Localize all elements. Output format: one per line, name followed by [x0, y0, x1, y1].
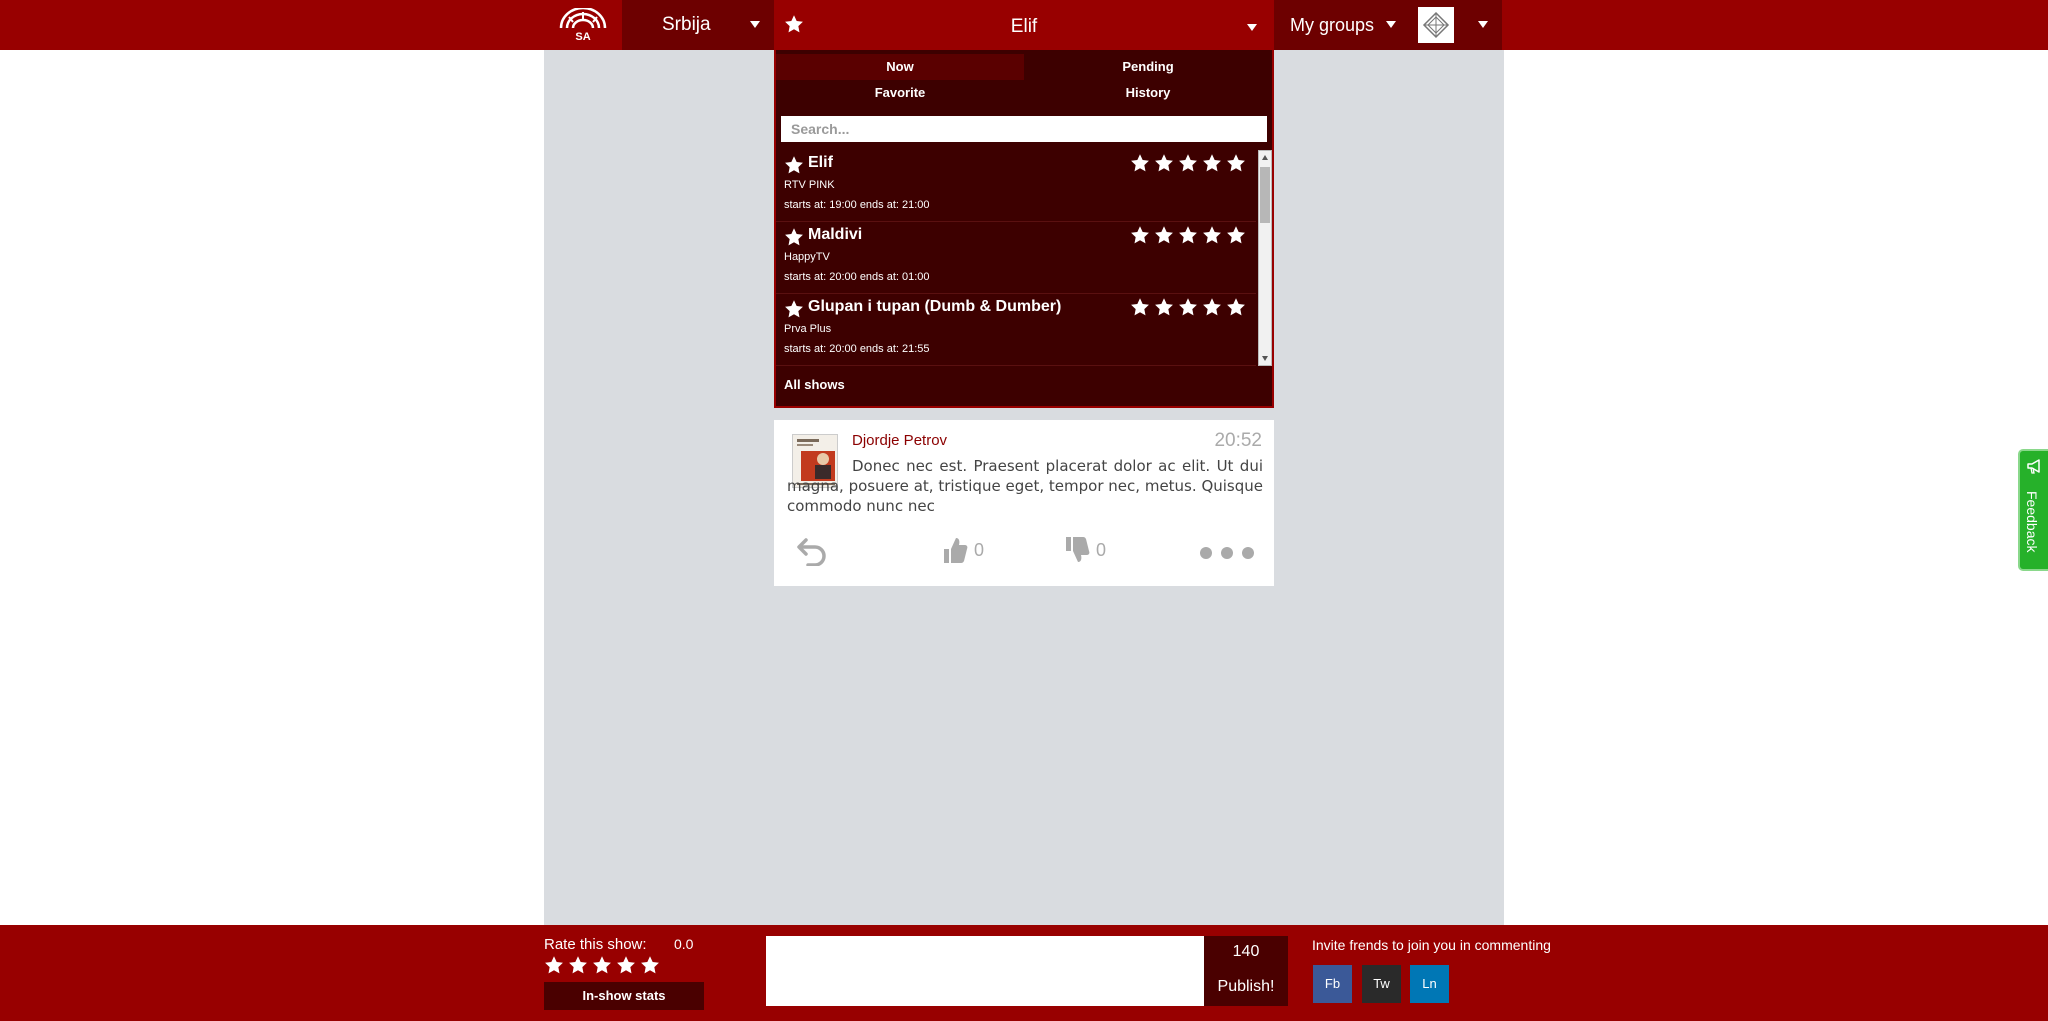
- rate-value: 0.0: [674, 936, 694, 952]
- show-selector[interactable]: Elif: [774, 0, 1274, 50]
- invite-text: Invite frends to join you in commenting: [1312, 937, 1551, 953]
- show-channel: RTV PINK: [784, 179, 835, 191]
- star-icon: [1227, 298, 1245, 316]
- show-title: Glupan i tupan (Dumb & Dumber): [808, 298, 1062, 315]
- favorite-star-icon[interactable]: [784, 299, 804, 324]
- bottom-bar: Rate this show: 0.0 In-show stats 140 Pu…: [0, 925, 2048, 1021]
- comment-author[interactable]: Djordje Petrov: [852, 432, 947, 449]
- top-bar: SA Srbija Elif My groups: [0, 0, 2048, 50]
- tab-now[interactable]: Now: [776, 54, 1024, 80]
- chevron-down-icon: [1247, 24, 1257, 31]
- dislike-count: 0: [1096, 539, 1107, 560]
- rating-stars[interactable]: [1130, 153, 1246, 173]
- comment-card: Djordje Petrov 20:52 Donec nec est. Prae…: [774, 420, 1274, 586]
- star-icon[interactable]: [640, 955, 660, 975]
- show-time: starts at: 19:00 ends at: 21:00: [784, 199, 930, 211]
- twitter-button[interactable]: Tw: [1362, 965, 1401, 1003]
- tab-pending[interactable]: Pending: [1024, 54, 1272, 80]
- star-icon[interactable]: [544, 955, 564, 975]
- app-logo[interactable]: SA: [544, 0, 622, 50]
- star-icon[interactable]: [568, 955, 588, 975]
- more-icon: [1200, 547, 1254, 559]
- megaphone-icon: [2027, 459, 2040, 474]
- linkedin-button[interactable]: Ln: [1410, 965, 1449, 1003]
- star-icon: [1131, 298, 1149, 316]
- star-icon: [1203, 154, 1221, 172]
- groups-menu[interactable]: My groups: [1274, 0, 1502, 50]
- scroll-up-icon[interactable]: [1262, 155, 1268, 160]
- country-selector[interactable]: Srbija: [622, 0, 774, 50]
- comment-input[interactable]: [766, 936, 1204, 1006]
- chevron-down-icon: [750, 21, 760, 28]
- reply-icon: [797, 538, 826, 566]
- star-icon: [1131, 226, 1149, 244]
- in-show-stats-button[interactable]: In-show stats: [544, 982, 704, 1010]
- list-item[interactable]: Elif RTV PINK starts at: 19:00 ends at: …: [776, 150, 1256, 222]
- star-icon: [1131, 154, 1149, 172]
- rating-stars[interactable]: [1130, 225, 1246, 245]
- dislike-button[interactable]: 0: [1064, 536, 1106, 564]
- show-time: starts at: 20:00 ends at: 21:55: [784, 343, 930, 355]
- comment-actions: 0 0: [774, 532, 1274, 572]
- char-counter: 140: [1204, 936, 1288, 968]
- star-icon: [1227, 226, 1245, 244]
- show-title: Elif: [808, 154, 833, 171]
- thumbs-down-icon: [1066, 537, 1090, 562]
- star-icon: [1155, 298, 1173, 316]
- tab-history[interactable]: History: [1024, 80, 1272, 106]
- avatar-icon: [1422, 11, 1450, 39]
- scroll-down-icon[interactable]: [1262, 356, 1268, 361]
- list-item[interactable]: Glupan i tupan (Dumb & Dumber) Prva Plus…: [776, 294, 1256, 366]
- more-button[interactable]: [1199, 546, 1255, 560]
- star-icon[interactable]: [616, 955, 636, 975]
- rating-stars[interactable]: [1130, 297, 1246, 317]
- show-time: starts at: 20:00 ends at: 01:00: [784, 271, 930, 283]
- star-icon: [1227, 154, 1245, 172]
- all-shows-link[interactable]: All shows: [784, 377, 845, 392]
- show-channel: HappyTV: [784, 251, 830, 263]
- chevron-down-icon: [1386, 21, 1396, 28]
- list-item[interactable]: Maldivi HappyTV starts at: 20:00 ends at…: [776, 222, 1256, 294]
- rate-stars[interactable]: [544, 955, 660, 975]
- facebook-button[interactable]: Fb: [1313, 965, 1352, 1003]
- groups-label: My groups: [1290, 15, 1375, 35]
- logo-icon: SA: [559, 8, 607, 42]
- reply-button[interactable]: [796, 536, 828, 566]
- star-icon: [1155, 226, 1173, 244]
- star-icon: [1179, 298, 1197, 316]
- star-icon: [1155, 154, 1173, 172]
- tab-favorite[interactable]: Favorite: [776, 80, 1024, 106]
- thumbs-up-icon: [944, 538, 968, 563]
- comment-text: Donec nec est. Praesent placerat dolor a…: [787, 457, 1263, 515]
- star-icon: [1203, 226, 1221, 244]
- feedback-tab[interactable]: Feedback: [2018, 449, 2048, 571]
- country-label: Srbija: [662, 14, 711, 35]
- feedback-label: Feedback: [2024, 491, 2040, 553]
- show-tabs: Now Pending Favorite History: [776, 54, 1272, 106]
- star-icon: [1179, 226, 1197, 244]
- list-scrollbar[interactable]: [1258, 150, 1272, 366]
- star-icon: [1179, 154, 1197, 172]
- star-icon[interactable]: [592, 955, 612, 975]
- avatar[interactable]: [1418, 7, 1454, 43]
- scrollbar-thumb[interactable]: [1260, 167, 1270, 223]
- favorite-star-icon[interactable]: [784, 227, 804, 252]
- search-input[interactable]: [781, 116, 1267, 142]
- like-button[interactable]: 0: [942, 536, 984, 564]
- shows-dropdown-panel: Now Pending Favorite History Elif RTV PI…: [774, 50, 1274, 408]
- comment-time: 20:52: [1214, 430, 1262, 451]
- show-title: Maldivi: [808, 226, 863, 243]
- publish-button[interactable]: Publish!: [1204, 968, 1288, 1006]
- show-channel: Prva Plus: [784, 323, 832, 335]
- star-icon: [1203, 298, 1221, 316]
- current-show-label: Elif: [1010, 16, 1038, 37]
- show-list: Elif RTV PINK starts at: 19:00 ends at: …: [776, 150, 1256, 366]
- favorite-star-icon[interactable]: [784, 155, 804, 180]
- rate-label: Rate this show:: [544, 936, 647, 953]
- like-count: 0: [974, 539, 985, 560]
- svg-text:SA: SA: [575, 31, 590, 42]
- chevron-down-icon[interactable]: [1478, 21, 1488, 28]
